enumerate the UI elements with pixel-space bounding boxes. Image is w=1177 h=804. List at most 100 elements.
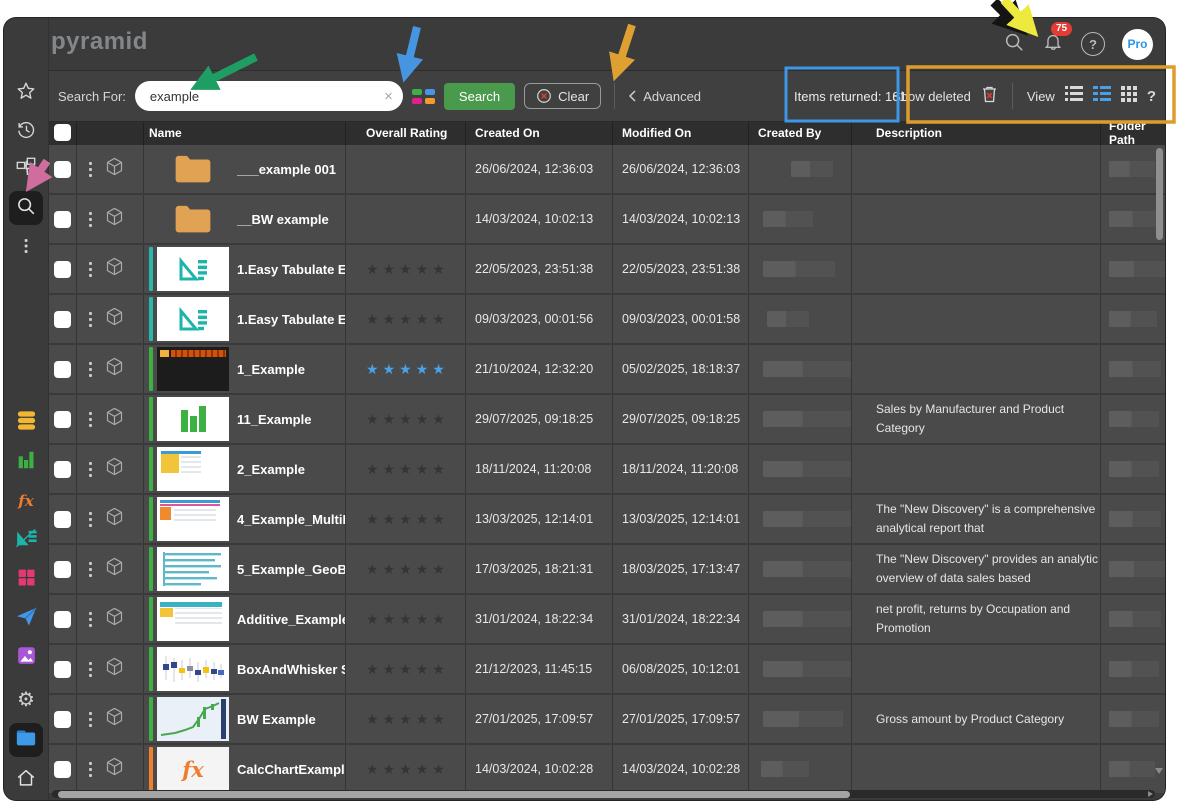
sidebar-item-admin[interactable]: ⚙ — [9, 683, 43, 717]
item-name[interactable]: 1.Easy Tabulate Exam — [237, 262, 345, 277]
rating-stars[interactable]: ★★★★★ — [346, 695, 466, 743]
row-menu-icon[interactable] — [89, 762, 92, 777]
table-row[interactable]: 11_Example ★★★★★ 29/07/2025, 09:18:25 29… — [48, 395, 1165, 445]
star-icon[interactable]: ★ — [416, 711, 433, 728]
item-name[interactable]: ___example 001 — [237, 162, 336, 177]
sidebar-item-more[interactable] — [9, 231, 43, 265]
table-row[interactable]: 1_Example ★★★★★ 21/10/2024, 12:32:20 05/… — [48, 345, 1165, 395]
star-icon[interactable]: ★ — [366, 761, 383, 778]
sidebar-item-tabulate[interactable] — [9, 523, 43, 557]
table-row[interactable]: Additive_Example ★★★★★ 31/01/2024, 18:22… — [48, 595, 1165, 645]
data-model-cube-icon[interactable] — [104, 256, 125, 282]
data-model-cube-icon[interactable] — [104, 656, 125, 682]
show-deleted-label[interactable]: Show deleted — [892, 89, 971, 104]
star-icon[interactable]: ★ — [416, 411, 433, 428]
horizontal-scrollbar[interactable] — [52, 790, 1155, 798]
row-menu-icon[interactable] — [89, 662, 92, 677]
sidebar-item-present[interactable] — [9, 563, 43, 597]
row-checkbox[interactable] — [54, 711, 71, 728]
rating-stars[interactable]: ★★★★★ — [346, 245, 466, 293]
clear-button[interactable]: Clear — [524, 83, 601, 109]
sidebar-item-discover[interactable] — [9, 445, 43, 479]
star-icon[interactable]: ★ — [366, 661, 383, 678]
star-icon[interactable]: ★ — [416, 511, 433, 528]
star-icon[interactable]: ★ — [399, 511, 416, 528]
star-icon[interactable]: ★ — [416, 261, 433, 278]
row-menu-icon[interactable] — [89, 312, 92, 327]
column-header-rating[interactable]: Overall Rating — [346, 120, 466, 145]
select-all-checkbox[interactable] — [54, 124, 71, 141]
row-menu-icon[interactable] — [89, 212, 92, 227]
column-header-description[interactable]: Description — [852, 120, 1101, 145]
item-name[interactable]: 5_Example_GeoBour — [237, 562, 345, 577]
star-icon[interactable]: ★ — [366, 561, 383, 578]
star-icon[interactable]: ★ — [366, 461, 383, 478]
sidebar-item-illustrate[interactable] — [9, 641, 43, 675]
table-row[interactable]: 2_Example ★★★★★ 18/11/2024, 11:20:08 18/… — [48, 445, 1165, 495]
help-icon[interactable]: ? — [1081, 32, 1105, 56]
star-icon[interactable]: ★ — [366, 311, 383, 328]
column-header-createdby[interactable]: Created By — [749, 120, 852, 145]
table-row[interactable]: BW Example ★★★★★ 27/01/2025, 17:09:57 27… — [48, 695, 1165, 745]
row-checkbox[interactable] — [54, 411, 71, 428]
star-icon[interactable]: ★ — [399, 361, 416, 378]
row-checkbox[interactable] — [54, 211, 71, 228]
scroll-down-arrow-icon[interactable] — [1155, 768, 1163, 774]
row-menu-icon[interactable] — [89, 162, 92, 177]
item-name[interactable]: CalcChartExample — [237, 762, 345, 777]
sidebar-item-search[interactable] — [9, 191, 43, 225]
row-checkbox[interactable] — [54, 161, 71, 178]
star-icon[interactable]: ★ — [366, 261, 383, 278]
vertical-scrollbar-handle[interactable] — [1156, 148, 1163, 240]
star-icon[interactable]: ★ — [416, 361, 433, 378]
item-name[interactable]: __BW example — [237, 212, 329, 227]
row-menu-icon[interactable] — [89, 712, 92, 727]
data-model-cube-icon[interactable] — [104, 706, 125, 732]
row-menu-icon[interactable] — [89, 362, 92, 377]
data-model-cube-icon[interactable] — [104, 456, 125, 482]
search-input-box[interactable]: × — [135, 81, 403, 111]
rating-stars[interactable]: ★★★★★ — [346, 295, 466, 343]
row-checkbox[interactable] — [54, 311, 71, 328]
star-icon[interactable]: ★ — [383, 461, 400, 478]
user-avatar[interactable]: Pro — [1122, 29, 1153, 60]
rating-stars[interactable] — [346, 195, 466, 243]
table-row[interactable]: 1.Easy Tabulate Exam ★★★★★ 22/05/2023, 2… — [48, 245, 1165, 295]
star-icon[interactable]: ★ — [399, 411, 416, 428]
sidebar-item-home[interactable] — [9, 763, 43, 797]
item-name[interactable]: 2_Example — [237, 462, 305, 477]
row-checkbox[interactable] — [54, 611, 71, 628]
star-icon[interactable]: ★ — [416, 761, 433, 778]
star-icon[interactable]: ★ — [399, 711, 416, 728]
data-model-cube-icon[interactable] — [104, 306, 125, 332]
star-icon[interactable]: ★ — [366, 361, 383, 378]
scroll-right-arrow-icon[interactable] — [1148, 791, 1153, 797]
star-icon[interactable]: ★ — [432, 511, 449, 528]
search-button[interactable]: Search — [444, 83, 515, 110]
star-icon[interactable]: ★ — [399, 661, 416, 678]
star-icon[interactable]: ★ — [399, 561, 416, 578]
row-checkbox[interactable] — [54, 561, 71, 578]
table-row[interactable]: 1.Easy Tabulate Exam ★★★★★ 09/03/2023, 0… — [48, 295, 1165, 345]
rating-stars[interactable]: ★★★★★ — [346, 345, 466, 393]
sidebar-item-formulate[interactable]: fx — [9, 484, 43, 518]
star-icon[interactable]: ★ — [383, 411, 400, 428]
table-row[interactable]: 5_Example_GeoBour ★★★★★ 17/03/2025, 18:2… — [48, 545, 1165, 595]
rating-stars[interactable]: ★★★★★ — [346, 445, 466, 493]
item-name[interactable]: 11_Example — [237, 412, 311, 427]
data-model-cube-icon[interactable] — [104, 756, 125, 782]
column-header-created[interactable]: Created On — [466, 120, 613, 145]
star-icon[interactable]: ★ — [432, 611, 449, 628]
data-model-cube-icon[interactable] — [104, 206, 125, 232]
star-icon[interactable]: ★ — [366, 411, 383, 428]
data-model-cube-icon[interactable] — [104, 356, 125, 382]
star-icon[interactable]: ★ — [432, 311, 449, 328]
star-icon[interactable]: ★ — [399, 261, 416, 278]
view-help-icon[interactable]: ? — [1147, 88, 1156, 105]
sidebar-item-hierarchy[interactable] — [9, 152, 43, 186]
rating-stars[interactable]: ★★★★★ — [346, 595, 466, 643]
star-icon[interactable]: ★ — [383, 511, 400, 528]
item-name[interactable]: BW Example — [237, 712, 316, 727]
view-list-icon[interactable] — [1065, 86, 1083, 106]
star-icon[interactable]: ★ — [383, 761, 400, 778]
